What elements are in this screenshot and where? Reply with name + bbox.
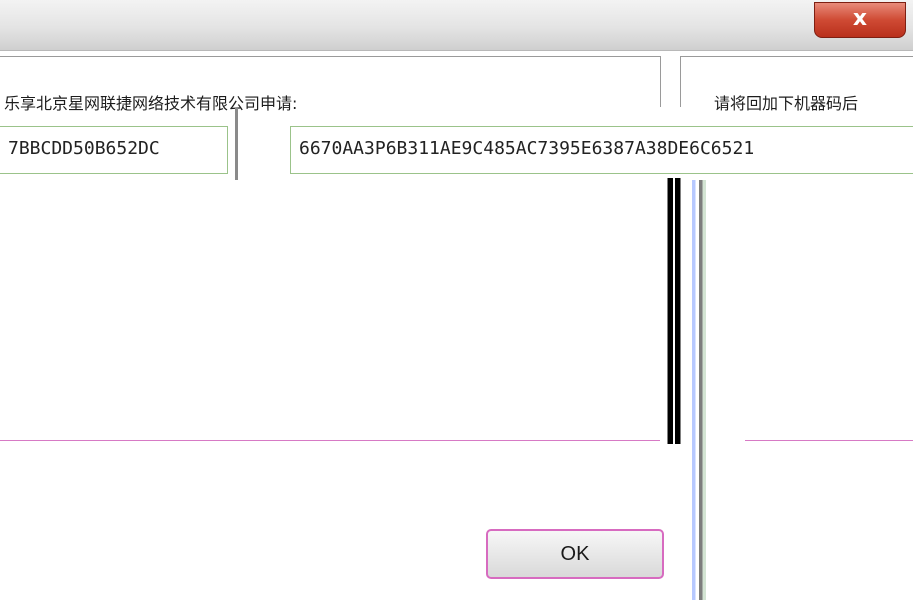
field-divider [235, 108, 238, 180]
splitter-bar[interactable] [663, 178, 685, 444]
close-icon: x [852, 6, 868, 31]
right-panel-label: 请将回加下机器码后 [714, 94, 859, 113]
left-panel-label: 乐享北京星网联捷网络技术有限公司申请: [4, 94, 298, 113]
ok-button[interactable]: OK [486, 529, 664, 579]
left-code-field[interactable]: 7BBCDD50B652DC [0, 126, 228, 174]
window-titlebar: x [0, 0, 913, 51]
left-content-area [0, 180, 660, 441]
right-content-area [745, 180, 913, 441]
close-button[interactable]: x [814, 2, 906, 38]
right-code-field[interactable]: 6670AA3P6B311AE9C485AC7395E6387A38DE6C65… [290, 126, 913, 174]
vertical-separator [692, 180, 706, 600]
